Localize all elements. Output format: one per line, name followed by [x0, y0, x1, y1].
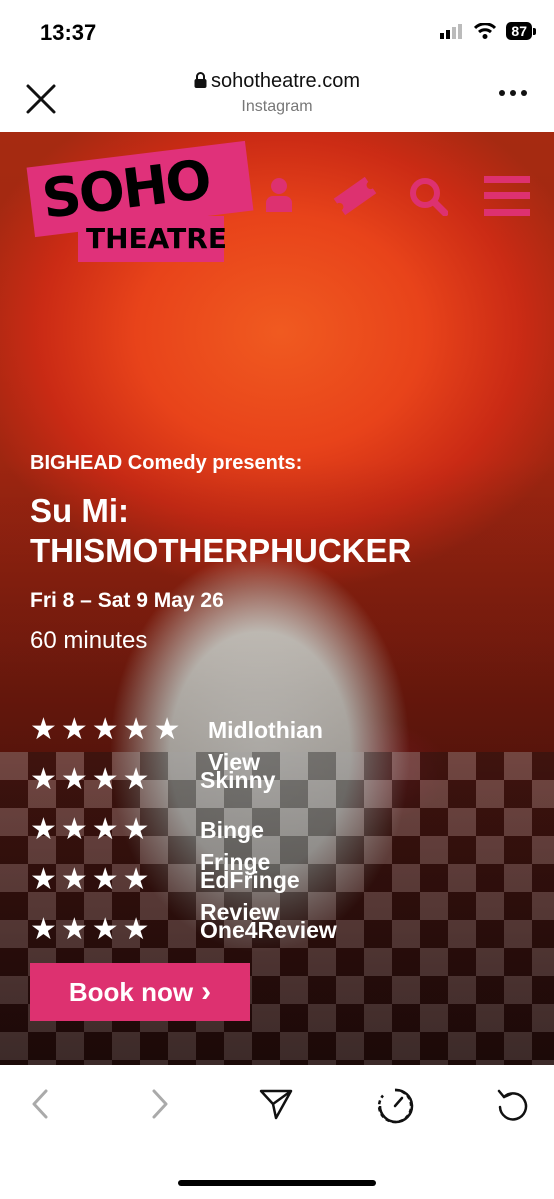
star-rating: ★★★★★ — [30, 713, 185, 746]
book-now-button[interactable]: Book now › — [30, 963, 250, 1021]
logo-bottom: THEATRE — [78, 216, 227, 262]
speed-icon[interactable] — [376, 1087, 414, 1125]
home-indicator[interactable] — [178, 1180, 376, 1186]
forward-icon[interactable] — [146, 1087, 172, 1121]
battery-indicator: 87 — [506, 22, 536, 40]
share-icon[interactable] — [258, 1087, 294, 1121]
browser-toolbar — [0, 1065, 554, 1199]
menu-icon[interactable] — [484, 176, 530, 216]
url-source: Instagram — [241, 98, 313, 115]
book-now-label: Book now — [68, 976, 194, 1007]
review-source: Skinny — [200, 767, 276, 793]
hero-banner: SOHO THEATRE BIGHEAD Comedy presents: Su… — [0, 132, 554, 1065]
url-display[interactable]: sohotheatre.com — [0, 70, 554, 93]
wifi-icon — [474, 23, 497, 39]
star-rating: ★★★★ — [30, 863, 154, 896]
show-title-line2: THISMOTHERPHUCKER — [30, 532, 412, 569]
more-icon[interactable] — [498, 88, 528, 98]
show-title-line1: Su Mi: — [30, 492, 129, 529]
show-info: BIGHEAD Comedy presents: Su Mi: THISMOTH… — [30, 452, 530, 655]
show-dates: Fri 8 – Sat 9 May 26 — [30, 589, 224, 612]
user-icon[interactable] — [264, 176, 294, 214]
chevron-right-icon: › — [201, 975, 212, 1008]
star-rating: ★★★★ — [30, 763, 154, 796]
status-bar: 13:37 87 — [0, 0, 554, 62]
signal-icon — [440, 24, 463, 39]
status-time: 13:37 — [40, 20, 97, 45]
reload-icon[interactable] — [496, 1087, 530, 1123]
logo-line2: THEATRE — [86, 222, 227, 255]
star-rating: ★★★★ — [30, 913, 154, 946]
lock-icon — [194, 72, 207, 88]
review-source: One4Review — [200, 917, 337, 943]
status-icons: 87 — [440, 22, 536, 40]
ticket-icon[interactable] — [332, 176, 378, 216]
star-rating: ★★★★ — [30, 813, 154, 846]
show-duration: 60 minutes — [30, 627, 148, 654]
search-icon[interactable] — [408, 176, 448, 216]
browser-bar: sohotheatre.com Instagram — [0, 62, 554, 132]
back-icon[interactable] — [28, 1087, 54, 1121]
url-domain: sohotheatre.com — [211, 70, 360, 92]
show-presenter: BIGHEAD Comedy presents: — [30, 452, 303, 474]
soho-theatre-logo[interactable]: SOHO THEATRE — [26, 140, 254, 262]
